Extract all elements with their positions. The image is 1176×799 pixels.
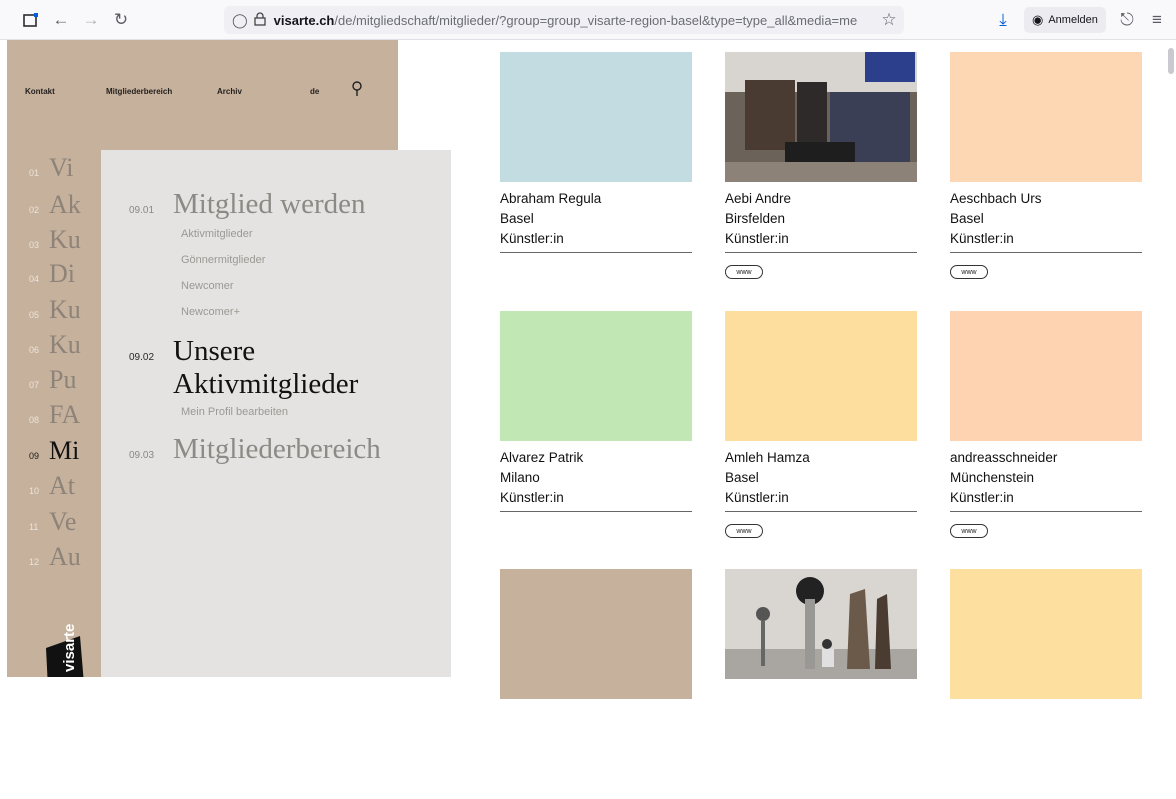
- member-color-tile[interactable]: [500, 311, 692, 441]
- download-icon[interactable]: ⤓: [992, 9, 1014, 31]
- svg-text:visarte: visarte: [61, 624, 78, 672]
- member-name[interactable]: andreasschneider: [950, 448, 1142, 468]
- hamburger-menu-icon[interactable]: ≡: [1146, 9, 1168, 31]
- member-card[interactable]: Alvarez Patrik Milano Künstler:in: [500, 311, 692, 541]
- menu-item-05[interactable]: 05 Ku: [29, 295, 81, 325]
- member-city: Milano: [500, 470, 540, 485]
- menu-item-09-active[interactable]: 09 Mi: [29, 436, 79, 466]
- member-city: Birsfelden: [725, 211, 786, 226]
- member-role: Künstler:in: [500, 231, 564, 246]
- submenu-s2-line1: Unsere: [173, 335, 256, 367]
- member-card[interactable]: [500, 569, 692, 799]
- url-bar[interactable]: ◯ visarte.ch/de/mitgliedschaft/mitgliede…: [224, 6, 904, 34]
- member-color-tile[interactable]: [950, 569, 1142, 699]
- submenu-panel: 09.01 Mitglied werden Aktivmitglieder Gö…: [101, 150, 451, 677]
- member-color-tile[interactable]: [950, 52, 1142, 182]
- member-color-tile[interactable]: [950, 311, 1142, 441]
- member-color-tile[interactable]: [725, 311, 917, 441]
- member-role: Künstler:in: [950, 231, 1014, 246]
- member-color-tile[interactable]: [500, 52, 692, 182]
- extensions-icon[interactable]: ⎋: [1116, 9, 1138, 31]
- reload-icon[interactable]: ↻: [110, 9, 132, 31]
- member-card[interactable]: Amleh Hamza Basel Künstler:in www: [725, 311, 917, 541]
- signin-label: Anmelden: [1048, 14, 1098, 26]
- member-role: Künstler:in: [725, 231, 789, 246]
- submenu-link-goennermitglieder[interactable]: Gönnermitglieder: [181, 254, 265, 266]
- member-info: Aeschbach Urs Basel Künstler:in: [950, 189, 1142, 253]
- member-info: andreasschneider Münchenstein Künstler:in: [950, 448, 1142, 512]
- url-host: visarte.ch: [273, 12, 335, 28]
- member-card[interactable]: Abraham Regula Basel Künstler:in: [500, 52, 692, 282]
- member-card[interactable]: Aeschbach Urs Basel Künstler:in www: [950, 52, 1142, 282]
- url-path: /de/mitgliedschaft/mitglieder/?group=gro…: [334, 12, 858, 28]
- member-artwork-image[interactable]: [725, 52, 917, 182]
- tracking-shield-icon[interactable]: ◯: [232, 12, 248, 29]
- bookmark-star-icon[interactable]: ☆: [878, 9, 900, 31]
- submenu-link-newcomer[interactable]: Newcomer: [181, 280, 234, 292]
- member-card[interactable]: [950, 569, 1142, 799]
- submenu-unsere-aktivmitglieder[interactable]: 09.02 Unsere Aktivmitglieder: [129, 335, 358, 402]
- nav-mitgliederbereich[interactable]: Mitgliederbereich: [106, 87, 172, 96]
- member-role: Künstler:in: [725, 490, 789, 505]
- menu-item-07[interactable]: 07 Pu: [29, 365, 76, 395]
- language-switch[interactable]: de: [310, 87, 319, 96]
- scrollbar-thumb[interactable]: [1168, 48, 1174, 74]
- browser-toolbar: ← → ↻ ◯ visarte.ch/de/mitgliedschaft/mit…: [0, 0, 1176, 40]
- submenu-link-newcomer-plus[interactable]: Newcomer+: [181, 306, 240, 318]
- member-website-link[interactable]: www: [950, 265, 988, 279]
- back-arrow-icon[interactable]: ←: [50, 9, 72, 31]
- menu-item-01[interactable]: 01 Vi: [29, 153, 73, 183]
- menu-item-08[interactable]: 08 FA: [29, 400, 80, 430]
- menu-item-11[interactable]: 11 Ve: [29, 507, 76, 537]
- submenu-link-profil-bearbeiten[interactable]: Mein Profil bearbeiten: [181, 406, 288, 418]
- member-role: Künstler:in: [500, 490, 564, 505]
- nav-kontakt[interactable]: Kontakt: [25, 87, 55, 96]
- member-name[interactable]: Aebi Andre: [725, 189, 917, 209]
- submenu-mitgliederbereich[interactable]: 09.03 Mitgliederbereich: [129, 433, 381, 466]
- member-city: Basel: [500, 211, 534, 226]
- search-icon[interactable]: [351, 81, 363, 99]
- submenu-s2-line2: Aktivmitglieder: [173, 368, 359, 401]
- member-name[interactable]: Alvarez Patrik: [500, 448, 692, 468]
- member-name[interactable]: Amleh Hamza: [725, 448, 917, 468]
- visarte-logo[interactable]: visarte: [44, 608, 86, 677]
- tab-overview-icon[interactable]: [20, 9, 42, 31]
- menu-item-02[interactable]: 02 Ak: [29, 190, 81, 220]
- menu-item-03[interactable]: 03 Ku: [29, 225, 81, 255]
- member-info: Aebi Andre Birsfelden Künstler:in: [725, 189, 917, 253]
- member-card[interactable]: andreasschneider Münchenstein Künstler:in w…: [950, 311, 1142, 541]
- member-city: Basel: [725, 470, 759, 485]
- account-icon: ◉: [1032, 12, 1044, 27]
- member-color-tile[interactable]: [500, 569, 692, 699]
- signin-button[interactable]: ◉ Anmelden: [1024, 7, 1106, 33]
- member-name[interactable]: Abraham Regula: [500, 189, 692, 209]
- member-website-link[interactable]: www: [725, 265, 763, 279]
- top-nav: Kontakt Mitgliederbereich Archiv de: [15, 81, 385, 104]
- member-website-link[interactable]: www: [725, 524, 763, 538]
- forward-arrow-icon[interactable]: →: [80, 9, 102, 31]
- menu-item-04[interactable]: 04 Di: [29, 259, 75, 289]
- member-info: Alvarez Patrik Milano Künstler:in: [500, 448, 692, 512]
- member-card[interactable]: [725, 569, 917, 799]
- member-artwork-image[interactable]: [725, 569, 917, 679]
- submenu-link-aktivmitglieder[interactable]: Aktivmitglieder: [181, 228, 253, 240]
- member-info: Amleh Hamza Basel Künstler:in: [725, 448, 917, 512]
- member-info: Abraham Regula Basel Künstler:in: [500, 189, 692, 253]
- member-card[interactable]: Aebi Andre Birsfelden Künstler:in www: [725, 52, 917, 282]
- nav-archiv[interactable]: Archiv: [217, 87, 242, 96]
- member-city: Münchenstein: [950, 470, 1035, 485]
- menu-item-06[interactable]: 06 Ku: [29, 330, 81, 360]
- lock-icon[interactable]: [254, 11, 266, 29]
- page-scrollbar[interactable]: [1166, 42, 1174, 677]
- member-role: Künstler:in: [950, 490, 1014, 505]
- menu-item-12[interactable]: 12 Au: [29, 542, 81, 572]
- member-website-link[interactable]: www: [950, 524, 988, 538]
- menu-item-10[interactable]: 10 At: [29, 471, 75, 501]
- member-name[interactable]: Aeschbach Urs: [950, 189, 1142, 209]
- submenu-mitglied-werden[interactable]: 09.01 Mitglied werden: [129, 188, 365, 221]
- member-city: Basel: [950, 211, 984, 226]
